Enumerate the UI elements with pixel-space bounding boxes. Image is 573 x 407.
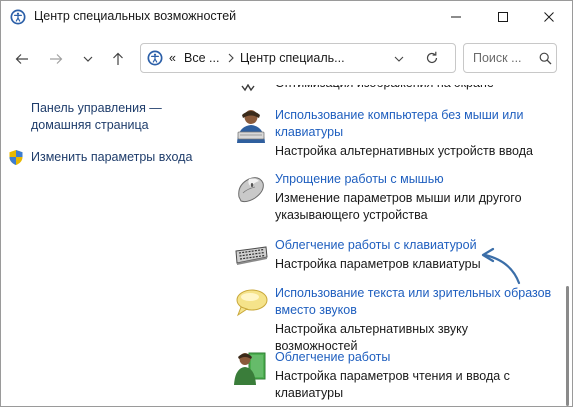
mouse-settings-link[interactable]: Упрощение работы с мышью (275, 171, 553, 188)
list-item-no-mouse-keyboard: Использование компьютера без мыши или кл… (233, 107, 553, 159)
person-book-icon (234, 352, 266, 385)
recent-locations-button[interactable] (77, 48, 99, 70)
accessibility-location-icon (147, 50, 163, 66)
minimize-button[interactable] (433, 1, 479, 33)
change-login-settings-link[interactable]: Изменить параметры входа (31, 149, 192, 166)
annotation-arrow-icon (481, 247, 521, 285)
window-title: Центр специальных возможностей (34, 9, 237, 23)
refresh-icon[interactable] (424, 50, 440, 66)
accessibility-app-icon (10, 9, 26, 25)
mouse-settings-desc: Изменение параметров мыши или другого ук… (275, 191, 522, 222)
up-button[interactable] (107, 48, 129, 70)
back-button[interactable] (11, 48, 33, 70)
address-bar[interactable]: « Все ... Центр специаль... (140, 43, 456, 73)
arrow-right-icon (50, 54, 63, 64)
title-bar: Центр специальных возможностей (1, 1, 572, 33)
arrow-up-icon (113, 52, 123, 65)
chevron-right-icon[interactable] (226, 52, 236, 64)
keyboard-icon (235, 246, 268, 265)
chevron-down-icon (83, 56, 93, 62)
search-input[interactable]: Поиск ... (463, 43, 557, 73)
chevron-down-icon[interactable] (393, 54, 405, 64)
close-icon (544, 12, 554, 22)
search-placeholder: Поиск ... (473, 51, 522, 65)
search-icon[interactable] (539, 52, 552, 65)
no-mouse-keyboard-desc: Настройка альтернативных устройств ввода (275, 144, 533, 158)
ease-of-work-desc: Настройка параметров чтения и ввода с кл… (275, 369, 510, 400)
minimize-icon (451, 16, 461, 18)
maximize-button[interactable] (480, 1, 526, 33)
list-item-mouse: Упрощение работы с мышью Изменение парам… (233, 171, 553, 223)
scrollbar-thumb[interactable] (566, 286, 569, 406)
breadcrumb-all-items[interactable]: Все ... (184, 51, 219, 65)
close-button[interactable] (526, 1, 572, 33)
breadcrumb-accessibility-center[interactable]: Центр специаль... (240, 51, 345, 65)
vertical-scrollbar[interactable] (563, 81, 572, 406)
mouse-icon (238, 177, 264, 203)
display-icon (241, 84, 255, 92)
accessibility-center-window: Центр специальных возможностей « Все ...… (0, 0, 573, 407)
control-panel-home-link[interactable]: Панель управления — домашняя страница (31, 100, 181, 134)
no-mouse-keyboard-link[interactable]: Использование компьютера без мыши или кл… (275, 107, 553, 141)
list-item-ease-of-work: Облегчение работы Настройка параметров ч… (233, 349, 553, 401)
ease-of-work-link[interactable]: Облегчение работы (275, 349, 553, 366)
speech-bubble-icon (236, 289, 268, 317)
uac-shield-icon (9, 150, 23, 165)
arrow-left-icon (15, 54, 28, 64)
forward-button[interactable] (45, 48, 67, 70)
navigation-bar: « Все ... Центр специаль... Поиск ... (1, 39, 572, 79)
address-overflow[interactable]: « (169, 51, 176, 65)
maximize-icon (498, 12, 508, 22)
person-keyboard-icon (237, 110, 265, 143)
